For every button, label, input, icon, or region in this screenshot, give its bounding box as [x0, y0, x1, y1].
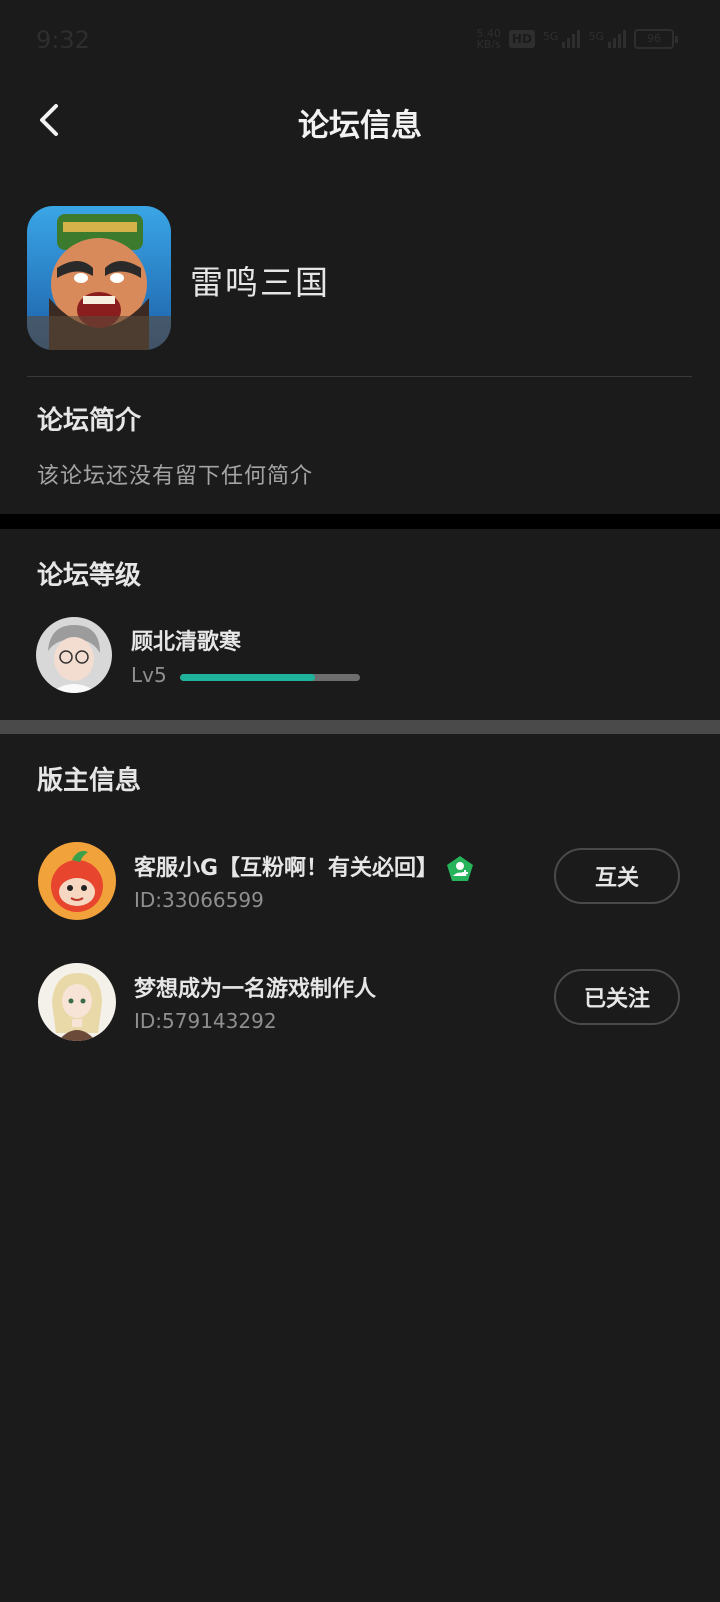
divider [27, 376, 692, 377]
moderator-section-title: 版主信息 [37, 766, 142, 796]
battery-icon: 96 [634, 29, 678, 49]
status-icons: 5.40 KB/s HD 5G 5G 96 [476, 27, 678, 51]
forum-level-title: 论坛等级 [37, 561, 142, 591]
level-user-name: 顾北清歌寒 [131, 630, 242, 655]
forum-game-icon [27, 206, 171, 350]
moderator-row: 梦想成为一名游戏制作人 ID:579143292 已关注 [0, 961, 720, 1041]
forum-intro-title: 论坛简介 [37, 406, 142, 436]
followed-button[interactable]: 已关注 [554, 969, 680, 1025]
signal-icon: 5G [588, 30, 626, 48]
status-time: 9:32 [36, 26, 90, 54]
forum-intro-text: 该论坛还没有留下任何简介 [37, 464, 314, 489]
avatar[interactable] [38, 842, 116, 920]
nav-bar: 论坛信息 [0, 86, 720, 154]
hd-icon: HD [508, 30, 535, 48]
moderator-id: ID:33066599 [134, 888, 264, 912]
level-progress-bar [180, 674, 360, 681]
section-separator [0, 514, 720, 529]
signal-icon: 5G [543, 30, 581, 48]
level-label: Lv5 [131, 663, 167, 687]
moderator-row: 客服小G【互粉啊！有关必回】 ID:33066599 互关 [0, 840, 720, 920]
moderator-name: 客服小G【互粉啊！有关必回】 [134, 850, 474, 883]
moderator-badge-icon [447, 856, 474, 881]
mutual-follow-button[interactable]: 互关 [554, 848, 680, 904]
avatar[interactable] [36, 617, 112, 693]
forum-name: 雷鸣三国 [190, 263, 330, 302]
network-speed: 5.40 KB/s [476, 27, 501, 51]
moderator-name: 梦想成为一名游戏制作人 [134, 977, 377, 1002]
page-title: 论坛信息 [298, 108, 422, 144]
status-bar: 9:32 5.40 KB/s HD 5G 5G 96 [0, 0, 720, 86]
level-progress-fill [180, 674, 315, 681]
section-separator [0, 720, 720, 734]
avatar[interactable] [38, 963, 116, 1041]
moderator-id: ID:579143292 [134, 1009, 277, 1033]
